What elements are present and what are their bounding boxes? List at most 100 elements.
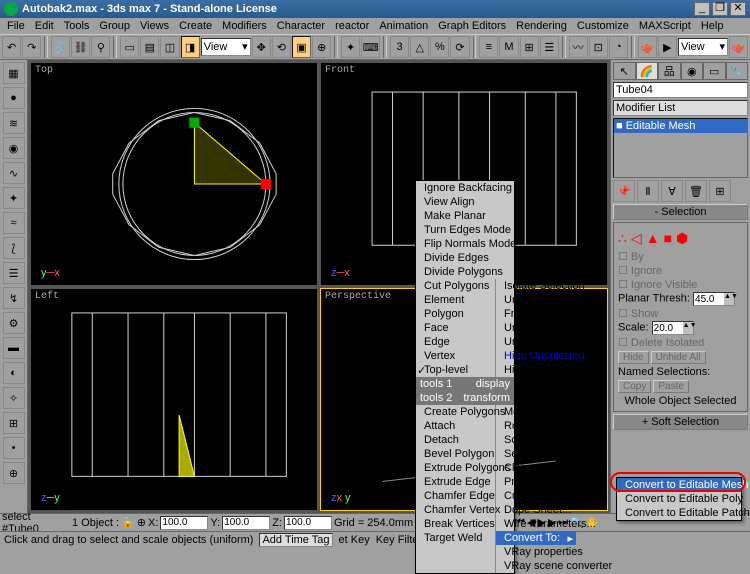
ctx-turn-edges[interactable]: Turn Edges Mode [416,223,514,237]
move-button[interactable]: ✥ [252,36,271,58]
ctx-wire-params[interactable]: Wire Parameters... [496,517,576,531]
asnap-button[interactable]: △ [410,36,429,58]
material-button[interactable]: ◔ [609,36,628,58]
ctx-freeze[interactable]: Freeze Selection [496,307,576,321]
align-button[interactable]: ⊞ [520,36,539,58]
ctx-target-weld[interactable]: Target Weld [416,531,495,545]
edge-icon[interactable]: ◁ [631,230,642,247]
add-time-tag[interactable]: Add Time Tag [259,533,332,547]
tab-hierarchy-icon[interactable]: 品 [658,62,681,80]
tab-motion-icon[interactable]: ◉ [681,62,704,80]
snap-button[interactable]: 3 [390,36,409,58]
ctx-bevel[interactable]: Bevel Polygon [416,447,495,461]
ctx-properties[interactable]: Properties... [496,475,576,489]
viewport-top[interactable]: Top y─x [30,62,318,286]
ctx-detach[interactable]: Detach [416,433,495,447]
psnap-button[interactable]: % [430,36,449,58]
reactor-rope-icon[interactable]: ∿ [3,162,25,184]
menu-help[interactable]: Help [696,19,729,33]
ctx-hide-unsel[interactable]: Hide Unselected [496,349,576,363]
ctx-view-align[interactable]: View Align [416,195,514,209]
ctx-chamfer-edge[interactable]: Chamfer Edge [416,489,495,503]
menu-maxscript[interactable]: MAXScript [634,19,696,33]
ctx-vertex[interactable]: Vertex [416,349,495,363]
redo-button[interactable]: ↷ [22,36,41,58]
reactor-toy-icon[interactable]: ◐ [3,362,25,384]
ctx-move[interactable]: Move [496,405,576,419]
object-name-field[interactable]: Tube04 [613,82,748,98]
curve-editor-button[interactable]: 〰 [569,36,588,58]
planar-spinner[interactable]: ▲▼ [693,292,735,306]
unlink-button[interactable]: ⛓ [71,36,90,58]
ctx-polygon[interactable]: Polygon [416,307,495,321]
face-icon[interactable]: ▲ [646,230,660,247]
bind-button[interactable]: ⚲ [91,36,110,58]
reactor-analyze-icon[interactable]: ⊕ [3,462,25,484]
ctx-extrude-poly[interactable]: Extrude Polygons [416,461,495,475]
reactor-motor-icon[interactable]: ⚙ [3,312,25,334]
scale-button[interactable]: ▣ [292,36,311,58]
ctx-chamfer-vert[interactable]: Chamfer Vertex [416,503,495,517]
hide-button[interactable]: Hide [618,351,649,364]
select-button[interactable]: ▭ [120,36,139,58]
menu-rendering[interactable]: Rendering [511,19,572,33]
lock-icon[interactable]: 🔒 [121,516,135,529]
configure-icon[interactable]: ⊞ [709,180,731,202]
tab-display-icon[interactable]: ▭ [703,62,726,80]
pin-stack-icon[interactable]: 📌 [613,180,635,202]
select-name-button[interactable]: ▤ [140,36,159,58]
ctx-clone[interactable]: Clone [496,461,576,475]
named-sel-button[interactable]: ≡ [479,36,498,58]
abs-rel-icon[interactable]: ⊕ [137,516,146,529]
render-last-button[interactable]: 🫖 [729,36,748,58]
menu-character[interactable]: Character [272,19,330,33]
render-scene-button[interactable]: 🫖 [638,36,657,58]
delete-iso-checkbox[interactable]: ☐ Delete Isolated [618,336,743,349]
ctx-isolate[interactable]: Isolate Selection [496,279,576,293]
ctx-rotate[interactable]: Rotate [496,419,576,433]
close-button[interactable]: ✕ [730,2,746,16]
ctx-divide-edges[interactable]: Divide Edges [416,251,514,265]
layers-button[interactable]: ☰ [540,36,559,58]
keyboard-button[interactable]: ⌨ [361,36,380,58]
rotate-button[interactable]: ⟲ [272,36,291,58]
menu-file[interactable]: File [2,19,30,33]
menu-grapheditors[interactable]: Graph Editors [433,19,511,33]
undo-button[interactable]: ↶ [2,36,21,58]
by-checkbox[interactable]: ☐ By [618,250,743,263]
ctx-hide-sel[interactable]: Hide Selection [496,363,576,377]
paste-button[interactable]: Paste [653,380,689,393]
ctx-convert-poly[interactable]: Convert to Editable Poly [617,492,741,506]
z-input[interactable] [284,516,332,530]
ctx-convert-patch[interactable]: Convert to Editable Patch [617,506,741,520]
menu-views[interactable]: Views [135,19,174,33]
menu-create[interactable]: Create [174,19,217,33]
ctx-select[interactable]: Select [496,447,576,461]
reactor-car-icon[interactable]: ⊞ [3,412,25,434]
ctx-divide-polys[interactable]: Divide Polygons [416,265,514,279]
menu-tools[interactable]: Tools [59,19,95,33]
ctx-vray-scene[interactable]: VRay scene converter [496,559,576,573]
ctx-attach[interactable]: Attach [416,419,495,433]
show-checkbox[interactable]: ☐ Show [618,307,743,320]
ctx-scale[interactable]: Scale [496,433,576,447]
filter-dropdown[interactable]: View [201,38,251,56]
selection-rollout-header[interactable]: - Selection [613,204,748,220]
ctx-face[interactable]: Face [416,321,495,335]
ctx-ignore-backfacing[interactable]: Ignore Backfacing [416,181,514,195]
reactor-spring-icon[interactable]: ⟅ [3,237,25,259]
ctx-vray-props[interactable]: VRay properties [496,545,576,559]
window-crossing-button[interactable]: ◨ [181,36,200,58]
tab-modify-icon[interactable]: 🌈 [636,62,659,80]
manip-button[interactable]: ✦ [341,36,360,58]
ctx-flip-normals[interactable]: Flip Normals Mode [416,237,514,251]
vertex-icon[interactable]: ∴ [618,230,627,247]
ignore-visible-checkbox[interactable]: ☐ Ignore Visible [618,278,743,291]
ctx-curve-editor[interactable]: Curve Editor... [496,489,576,503]
unique-icon[interactable]: ∀ [661,180,683,202]
x-input[interactable] [160,516,208,530]
menu-animation[interactable]: Animation [374,19,433,33]
modifier-stack[interactable]: ■ Editable Mesh [613,118,748,178]
show-end-icon[interactable]: Ⅱ [637,180,659,202]
select-rect-button[interactable]: ◫ [160,36,179,58]
